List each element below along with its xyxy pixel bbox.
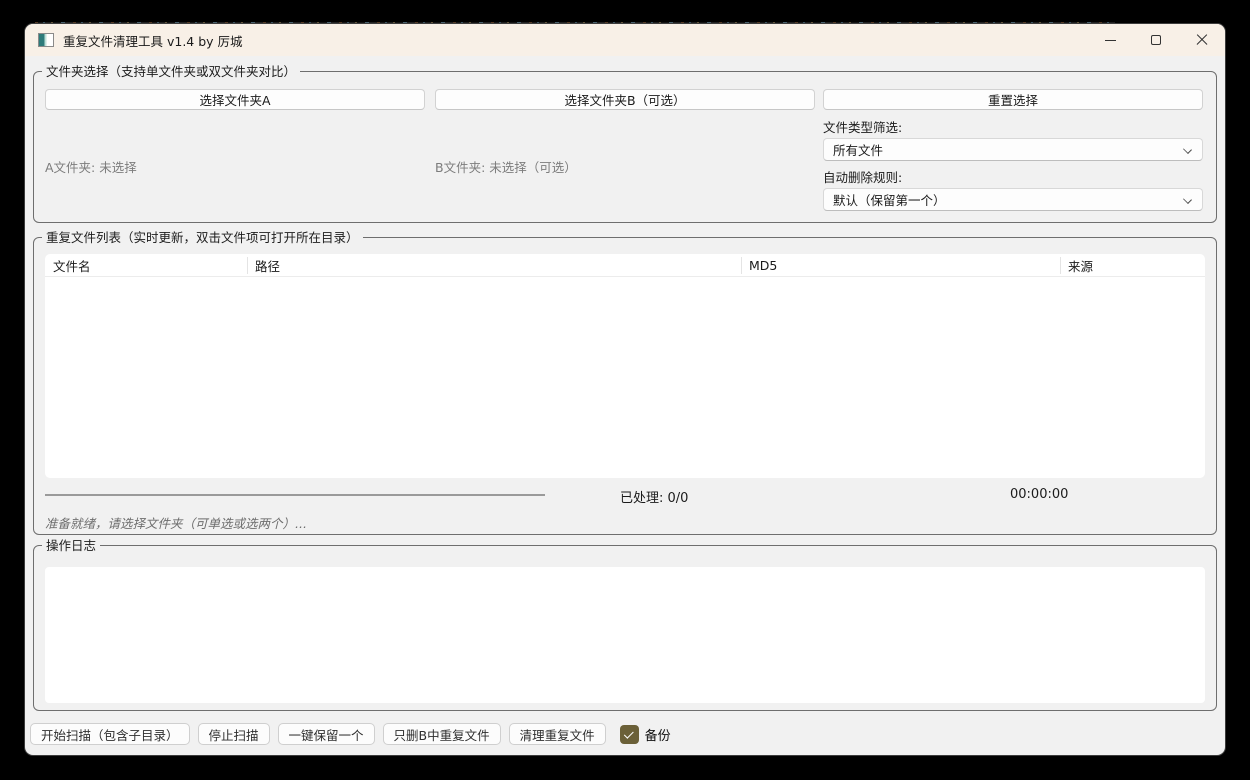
duplicate-file-table[interactable]: 文件名 路径 MD5 来源: [45, 254, 1205, 478]
close-button[interactable]: [1179, 24, 1225, 56]
titlebar: 重复文件清理工具 v1.4 by 厉城: [25, 24, 1225, 56]
app-icon: [38, 33, 54, 47]
column-divider: [741, 257, 742, 274]
auto-delete-rule-label: 自动删除规则:: [823, 167, 902, 186]
backup-option: 备份: [620, 725, 671, 744]
column-divider: [1060, 257, 1061, 274]
auto-delete-rule-combobox[interactable]: 默认（保留第一个）: [823, 188, 1203, 211]
column-header-path[interactable]: 路径: [247, 254, 741, 277]
keep-one-button[interactable]: 一键保留一个: [278, 723, 375, 745]
processed-count-label: 已处理: 0/0: [620, 487, 688, 506]
close-icon: [1196, 34, 1208, 46]
table-body-empty[interactable]: [45, 277, 1205, 477]
backup-label: 备份: [645, 725, 671, 744]
maximize-icon: [1151, 35, 1161, 45]
file-type-filter-combobox[interactable]: 所有文件: [823, 138, 1203, 161]
folder-a-status: A文件夹: 未选择: [45, 157, 137, 176]
chevron-down-icon: [1183, 195, 1192, 204]
window-controls: [1087, 24, 1225, 56]
minimize-icon: [1105, 40, 1116, 41]
duplicate-list-title: 重复文件列表（实时更新，双击文件项可打开所在目录）: [42, 229, 363, 246]
column-header-md5[interactable]: MD5: [741, 254, 1060, 277]
app-window: 重复文件清理工具 v1.4 by 厉城 文件夹选择（支持单文件夹或双文件夹对比）…: [25, 24, 1225, 755]
column-header-source[interactable]: 来源: [1060, 254, 1205, 277]
auto-delete-rule-value: 默认（保留第一个）: [833, 190, 946, 209]
maximize-button[interactable]: [1133, 24, 1179, 56]
select-folder-a-button[interactable]: 选择文件夹A: [45, 89, 425, 110]
file-type-filter-value: 所有文件: [833, 140, 883, 159]
column-divider: [247, 257, 248, 274]
check-icon: [623, 728, 633, 738]
clean-duplicates-button[interactable]: 清理重复文件: [509, 723, 606, 745]
reset-selection-button[interactable]: 重置选择: [823, 89, 1203, 110]
stop-scan-button[interactable]: 停止扫描: [198, 723, 270, 745]
select-folder-b-button[interactable]: 选择文件夹B（可选）: [435, 89, 815, 110]
minimize-button[interactable]: [1087, 24, 1133, 56]
elapsed-time-label: 00:00:00: [1010, 487, 1068, 502]
start-scan-button[interactable]: 开始扫描（包含子目录）: [30, 723, 190, 745]
folder-group-title: 文件夹选择（支持单文件夹或双文件夹对比）: [42, 63, 300, 80]
folder-b-status: B文件夹: 未选择（可选）: [435, 157, 577, 176]
log-group-title: 操作日志: [42, 537, 100, 554]
action-button-row: 开始扫描（包含子目录） 停止扫描 一键保留一个 只删B中重复文件 清理重复文件 …: [30, 722, 671, 746]
status-message: 准备就绪，请选择文件夹（可单选或选两个）...: [45, 513, 307, 532]
delete-b-duplicates-button[interactable]: 只删B中重复文件: [383, 723, 501, 745]
file-type-filter-label: 文件类型筛选:: [823, 117, 902, 136]
operation-log-textarea[interactable]: [45, 567, 1205, 703]
backup-checkbox[interactable]: [620, 725, 639, 744]
column-header-filename[interactable]: 文件名: [45, 254, 247, 277]
scan-progressbar: [45, 494, 545, 496]
chevron-down-icon: [1183, 145, 1192, 154]
table-header-row: 文件名 路径 MD5 来源: [45, 254, 1205, 277]
window-title: 重复文件清理工具 v1.4 by 厉城: [63, 31, 243, 50]
